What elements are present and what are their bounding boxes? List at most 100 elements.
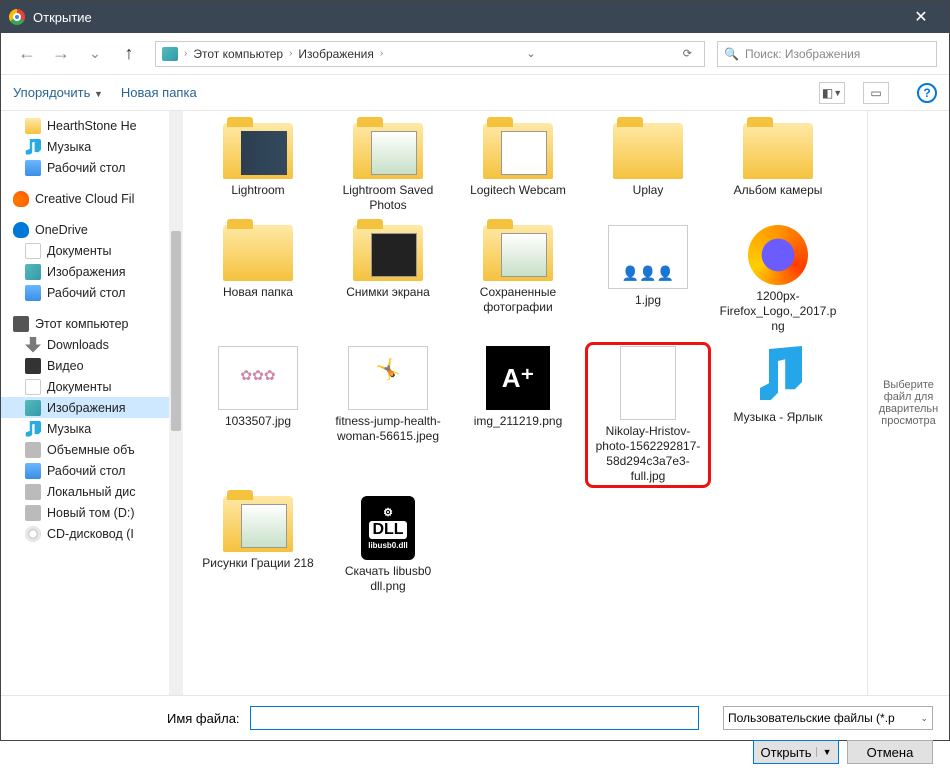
file-label: fitness-jump-health-woman-56615.jpeg	[329, 414, 447, 444]
file-label: Скачать libusb0 dll.png	[329, 564, 447, 594]
sidebar-item[interactable]: Видео	[1, 355, 183, 376]
sidebar-item[interactable]: Документы	[1, 240, 183, 261]
nav-back-icon[interactable]: ←	[13, 40, 41, 68]
sidebar-item-label: Видео	[47, 359, 84, 373]
desktop-icon	[25, 285, 41, 301]
beach-thumb	[348, 346, 428, 410]
sidebar-item-label: Рабочий стол	[47, 286, 125, 300]
folder-logi-thumb	[483, 123, 553, 179]
sidebar-item[interactable]: Объемные объ	[1, 439, 183, 460]
file-item[interactable]: ⚙DLLlibusb0.dll Скачать libusb0 dll.png	[325, 492, 451, 598]
sidebar-item-label: Документы	[47, 244, 111, 258]
sidebar-item[interactable]: Музыка	[1, 136, 183, 157]
file-item[interactable]: 1200px-Firefox_Logo,_2017.png	[715, 221, 841, 338]
filename-input[interactable]	[250, 706, 699, 730]
folder-img-thumb	[223, 496, 293, 552]
cd-icon	[25, 526, 41, 542]
files-pane[interactable]: Lightroom Lightroom Saved Photos Logitech …	[183, 111, 867, 695]
doc-icon	[25, 379, 41, 395]
file-label: 1200px-Firefox_Logo,_2017.png	[719, 289, 837, 334]
file-item[interactable]: Музыка - Ярлык	[715, 342, 841, 488]
file-label: Lightroom Saved Photos	[329, 183, 447, 213]
sidebar-this-pc[interactable]: Этот компьютер	[1, 313, 183, 334]
file-item[interactable]: 1.jpg	[585, 221, 711, 338]
file-item[interactable]: A⁺img_211219.png	[455, 342, 581, 488]
sidebar-item-label: Документы	[47, 380, 111, 394]
address-bar[interactable]: › Этот компьютер › Изображения › ⌄ ⟳	[155, 41, 705, 67]
help-icon[interactable]: ?	[917, 83, 937, 103]
sidebar-item-label: Локальный дис	[47, 485, 136, 499]
sidebar-item[interactable]: Рабочий стол	[1, 157, 183, 178]
sidebar-item[interactable]: HearthStone He	[1, 115, 183, 136]
close-icon[interactable]: ✕	[901, 7, 941, 27]
new-folder-button[interactable]: Новая папка	[121, 85, 197, 100]
preview-pane-button[interactable]: ▭	[863, 82, 889, 104]
sidebar-scrollbar[interactable]	[169, 111, 183, 695]
chevron-down-icon: ▼	[94, 89, 103, 99]
organize-menu[interactable]: Упорядочить ▼	[13, 85, 103, 100]
file-item[interactable]: Lightroom Saved Photos	[325, 119, 451, 217]
sidebar-item-label: CD-дисковод (I	[47, 527, 134, 541]
people-thumb	[608, 225, 688, 289]
sidebar-item-label: Музыка	[47, 422, 91, 436]
firefox-thumb	[748, 225, 808, 285]
sidebar-item[interactable]: Музыка	[1, 418, 183, 439]
chrome-icon	[9, 9, 25, 25]
file-item[interactable]: fitness-jump-health-woman-56615.jpeg	[325, 342, 451, 488]
main-area: HearthStone HeМузыкаРабочий стол Creativ…	[1, 111, 949, 695]
view-mode-button[interactable]: ◧ ▼	[819, 82, 845, 104]
sidebar-item[interactable]: Документы	[1, 376, 183, 397]
folder-icon	[25, 118, 41, 134]
file-item[interactable]: Logitech Webcam	[455, 119, 581, 217]
nav-up-icon[interactable]: ↑	[115, 40, 143, 68]
file-item[interactable]: Новая папка	[195, 221, 321, 338]
chevron-right-icon: ›	[184, 48, 187, 59]
scrollbar-thumb[interactable]	[171, 231, 181, 431]
sidebar-item[interactable]: Изображения	[1, 261, 183, 282]
sidebar-onedrive[interactable]: OneDrive	[1, 219, 183, 240]
sidebar-item-label: Downloads	[47, 338, 109, 352]
toolbar: Упорядочить ▼ Новая папка ◧ ▼ ▭ ?	[1, 75, 949, 111]
nav-history-icon[interactable]: ⌄	[81, 40, 109, 68]
sidebar-item-label: Изображения	[47, 265, 126, 279]
sidebar: HearthStone HeМузыкаРабочий стол Creativ…	[1, 111, 183, 695]
desktop-icon	[25, 463, 41, 479]
file-item[interactable]: 1033507.jpg	[195, 342, 321, 488]
preview-placeholder: Выберите файл для дварительн просмотра	[872, 379, 945, 427]
filetype-select[interactable]: Пользовательские файлы (*.p ⌄	[723, 706, 933, 730]
refresh-icon[interactable]: ⟳	[677, 47, 698, 60]
breadcrumb-current[interactable]: Изображения	[298, 47, 373, 61]
cancel-button[interactable]: Отмена	[847, 740, 933, 764]
sidebar-item-label: HearthStone He	[47, 119, 137, 133]
nav-forward-icon[interactable]: →	[47, 40, 75, 68]
address-dropdown-icon[interactable]: ⌄	[520, 47, 541, 60]
breadcrumb-root[interactable]: Этот компьютер	[193, 47, 283, 61]
sidebar-item[interactable]: Рабочий стол	[1, 282, 183, 303]
sidebar-item[interactable]: CD-дисковод (I	[1, 523, 183, 544]
file-label: Рисунки Грации 218	[199, 556, 317, 571]
sidebar-creative-cloud[interactable]: Creative Cloud Fil	[1, 188, 183, 209]
music-thumb	[748, 346, 808, 406]
drive-icon	[25, 442, 41, 458]
pic-icon	[25, 400, 41, 416]
search-input[interactable]: 🔍 Поиск: Изображения	[717, 41, 937, 67]
dll-thumb: ⚙DLLlibusb0.dll	[361, 496, 415, 560]
onedrive-icon	[13, 222, 29, 238]
file-item[interactable]: Lightroom	[195, 119, 321, 217]
file-item[interactable]: Рисунки Грации 218	[195, 492, 321, 598]
file-item[interactable]: Uplay	[585, 119, 711, 217]
sidebar-item[interactable]: Локальный дис	[1, 481, 183, 502]
file-label: img_211219.png	[459, 414, 577, 429]
sidebar-item[interactable]: Изображения	[1, 397, 183, 418]
file-item[interactable]: Сохраненные фотографии	[455, 221, 581, 338]
folder-lr-thumb	[223, 123, 293, 179]
pc-icon	[13, 316, 29, 332]
sidebar-item[interactable]: Рабочий стол	[1, 460, 183, 481]
file-item[interactable]: Альбом камеры	[715, 119, 841, 217]
sidebar-item[interactable]: Downloads	[1, 334, 183, 355]
sidebar-item[interactable]: Новый том (D:)	[1, 502, 183, 523]
file-item[interactable]: Снимки экрана	[325, 221, 451, 338]
open-button[interactable]: Открыть ▼	[753, 740, 839, 764]
desktop-icon	[25, 160, 41, 176]
file-item[interactable]: Nikolay-Hristov-photo-1562292817-58d294c…	[585, 342, 711, 488]
